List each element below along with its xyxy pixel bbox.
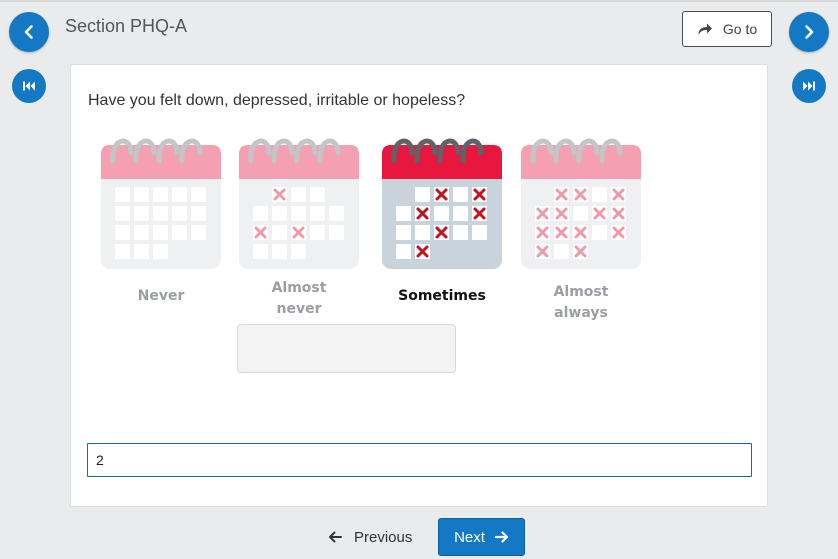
arrow-right-icon xyxy=(494,531,509,543)
last-page-button[interactable] xyxy=(792,69,826,103)
previous-label: Previous xyxy=(354,528,413,546)
top-divider xyxy=(0,0,838,2)
feedback-box xyxy=(237,324,456,373)
answer-input[interactable] xyxy=(87,443,752,477)
forward-button[interactable] xyxy=(789,12,829,52)
option-almost-never[interactable]: Almost never xyxy=(237,131,361,320)
section-title: Section PHQ-A xyxy=(65,16,188,36)
next-button[interactable]: Next xyxy=(438,518,525,556)
calendar-icon xyxy=(382,138,502,269)
back-button[interactable] xyxy=(9,12,49,52)
calendar-icon xyxy=(101,138,221,269)
chevron-right-icon xyxy=(805,25,814,39)
previous-button[interactable]: Previous xyxy=(322,521,418,553)
option-sometimes[interactable]: Sometimes xyxy=(380,131,504,307)
option-almost-always[interactable]: Almost always xyxy=(519,131,643,324)
calendar-icon xyxy=(521,138,641,269)
arrow-left-icon xyxy=(329,531,342,543)
chevron-left-icon xyxy=(24,25,33,39)
first-page-button[interactable] xyxy=(12,69,46,103)
question-text: Have you felt down, depressed, irritable… xyxy=(88,92,466,109)
option-label: Almost never xyxy=(271,280,327,317)
option-never[interactable]: Never xyxy=(99,131,223,307)
goto-label: Go to xyxy=(722,21,758,37)
goto-button[interactable]: Go to xyxy=(682,11,772,47)
option-label: Almost always xyxy=(553,284,609,321)
calendar-icon xyxy=(239,138,359,269)
next-label: Next xyxy=(454,528,485,546)
option-label: Never xyxy=(137,288,185,304)
question-card: Have you felt down, depressed, irritable… xyxy=(70,64,768,507)
share-arrow-icon xyxy=(698,23,712,35)
skip-last-icon xyxy=(803,81,815,91)
option-label: Sometimes xyxy=(398,288,486,304)
skip-first-icon xyxy=(23,81,35,91)
